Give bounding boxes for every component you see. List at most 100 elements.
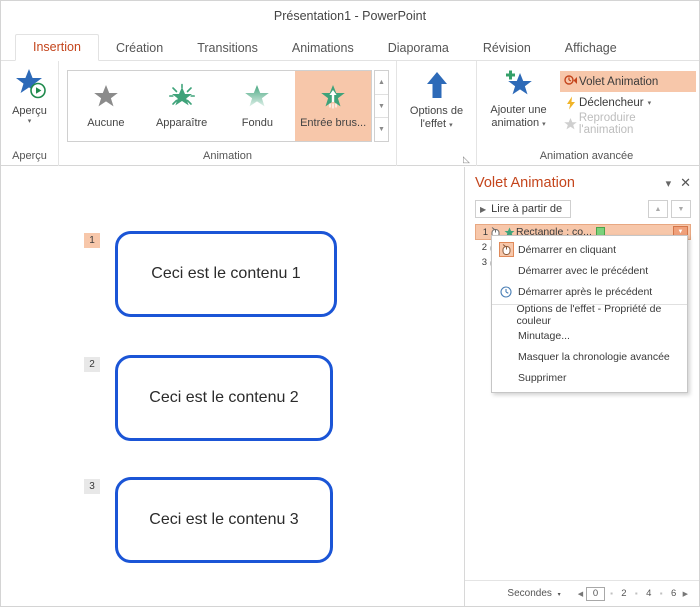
menu-item-timing[interactable]: Minutage... [492, 325, 687, 346]
effect-options-label-1: Options de [409, 105, 464, 117]
preview-button-label: Aperçu [12, 105, 47, 117]
timeline-next-icon[interactable]: ▶ [680, 590, 691, 598]
dialog-launcher-icon[interactable]: ◺ [462, 155, 471, 164]
chevron-down-icon[interactable]: ▾ [661, 177, 677, 190]
animation-pane-footer: Secondes ▾ ◀ 0 ▪ 2 ▪ 4 ▪ 6 ▶ [465, 580, 699, 606]
gallery-item-apparaitre[interactable]: Apparaître [144, 71, 220, 141]
scroll-down-icon[interactable]: ▼ [375, 95, 388, 119]
clock-icon [494, 285, 518, 298]
effect-options-button[interactable]: Options de l'effet ▾ [399, 65, 475, 132]
animation-badge-3[interactable]: 3 [84, 479, 100, 494]
content-shape-1[interactable]: Ceci est le contenu 1 [115, 231, 337, 317]
animation-gallery: Aucune Apparaître Fondu Entrée brus... [67, 70, 372, 142]
ribbon-group-label-effet: ◺ [397, 148, 476, 166]
tab-insertion[interactable]: Insertion [15, 34, 99, 61]
content-shape-2[interactable]: Ceci est le contenu 2 [115, 355, 333, 441]
trigger-button[interactable]: Déclencheur ▾ [560, 92, 696, 113]
menu-item-effect-options[interactable]: Options de l'effet - Propriété de couleu… [492, 303, 687, 327]
star-gray-icon [92, 83, 120, 114]
star-entrance-green-icon [319, 83, 347, 114]
scroll-up-icon[interactable]: ▲ [375, 71, 388, 95]
content-shape-text: Ceci est le contenu 3 [149, 511, 299, 528]
ribbon-group-effet: Options de l'effet ▾ ◺ [397, 61, 477, 166]
tab-transitions[interactable]: Transitions [180, 36, 275, 61]
seconds-dropdown[interactable]: Secondes ▾ [507, 588, 560, 599]
menu-item-label: Supprimer [518, 371, 567, 384]
effect-order-number: 3 [481, 257, 487, 268]
tab-label: Diaporama [387, 41, 449, 55]
animation-pane-title: Volet Animation [475, 175, 575, 191]
effect-order-number: 1 [482, 226, 488, 238]
animation-badge-1[interactable]: 1 [84, 233, 100, 248]
gallery-item-aucune[interactable]: Aucune [68, 71, 144, 141]
mouse-click-icon [498, 242, 514, 257]
menu-item-start-with-previous[interactable]: Démarrer avec le précédent [492, 260, 687, 281]
gallery-item-label: Entrée brus... [300, 117, 367, 129]
menu-item-start-on-click[interactable]: Démarrer en cliquant [492, 239, 687, 260]
animation-badge-2[interactable]: 2 [84, 357, 100, 372]
ribbon-group-label-avancee: Animation avancée [539, 150, 634, 162]
star-fade-green-icon [243, 83, 271, 114]
lightning-icon [562, 96, 579, 110]
timeline-tick: ▪ [659, 589, 663, 598]
gallery-item-label: Fondu [241, 117, 273, 129]
tab-diaporama[interactable]: Diaporama [371, 36, 466, 61]
chevron-down-icon[interactable]: ▾ [28, 118, 32, 125]
menu-item-delete[interactable]: Supprimer [492, 367, 687, 388]
menu-item-label: Masquer la chronologie avancée [518, 350, 670, 363]
tab-label: Insertion [33, 40, 81, 54]
menu-item-hide-advanced-timeline[interactable]: Masquer la chronologie avancée [492, 346, 687, 367]
tab-label: Création [115, 41, 164, 55]
tab-revision[interactable]: Révision [466, 36, 548, 61]
ribbon-group-animation: Aucune Apparaître Fondu Entrée brus... ▲… [59, 61, 397, 166]
timeline-ruler: ◀ 0 ▪ 2 ▪ 4 ▪ 6 ▶ [575, 586, 691, 601]
move-down-icon[interactable]: ▼ [671, 200, 691, 218]
tab-affichage[interactable]: Affichage [548, 36, 634, 61]
move-up-icon[interactable]: ▲ [648, 200, 668, 218]
tab-label: Transitions [197, 41, 258, 55]
group-label-text: Animation [203, 150, 252, 162]
play-from-button[interactable]: ▶ Lire à partir de [475, 200, 572, 218]
close-icon[interactable]: ✕ [676, 175, 691, 191]
animation-pane-toolbar: ▶ Lire à partir de ▲ ▼ [475, 200, 691, 218]
animation-pane: Volet Animation ▾ ✕ ▶ Lire à partir de ▲… [465, 167, 699, 606]
star-burst-green-icon [168, 83, 196, 114]
seconds-label: Secondes [507, 588, 552, 599]
gallery-item-label: Apparaître [155, 117, 208, 129]
tab-creation[interactable]: Création [99, 36, 180, 61]
ribbon-group-apercu: Aperçu ▾ Aperçu [1, 61, 59, 166]
advanced-animation-commands: Volet Animation Déclencheur ▾ Reproduire… [560, 68, 696, 136]
timeline-label-4: 4 [646, 588, 652, 599]
effect-options-label-2: l'effet ▾ [420, 118, 453, 130]
ribbon-group-label-animation: Animation [59, 148, 396, 166]
slide-canvas[interactable]: 1 Ceci est le contenu 1 2 Ceci est le co… [1, 167, 465, 606]
menu-item-label: Options de l'effet - Propriété de couleu… [516, 303, 662, 327]
timeline-current-value[interactable]: 0 [586, 586, 606, 601]
animation-pane-header: Volet Animation ▾ ✕ [475, 175, 691, 191]
gallery-item-entree-brusque[interactable]: Entrée brus... [295, 71, 371, 141]
ribbon-tab-strip: Insertion Création Transitions Animation… [1, 31, 699, 61]
timeline-prev-icon[interactable]: ◀ [575, 590, 586, 598]
reorder-buttons: ▲ ▼ [645, 200, 691, 218]
chevron-down-icon[interactable]: ▾ [542, 121, 546, 128]
chevron-down-icon[interactable]: ▾ [648, 99, 652, 107]
chevron-down-icon[interactable]: ▾ [449, 122, 453, 129]
tab-label: Affichage [564, 41, 617, 55]
add-animation-button[interactable]: Ajouter une animation ▾ [481, 68, 556, 134]
preview-button[interactable]: Aperçu ▾ [1, 65, 58, 125]
effect-context-menu: Démarrer en cliquant Démarrer avec le pr… [491, 235, 688, 393]
tab-animations[interactable]: Animations [275, 36, 371, 61]
content-shape-3[interactable]: Ceci est le contenu 3 [115, 477, 333, 563]
timeline-tick: ▪ [634, 589, 638, 598]
tab-label: Révision [482, 41, 531, 55]
gallery-scroll-buttons: ▲ ▼ ▼ [374, 70, 389, 142]
more-icon[interactable]: ▼ [375, 118, 388, 141]
play-from-label: Lire à partir de [491, 203, 563, 215]
menu-item-label: Démarrer avec le précédent [518, 264, 649, 277]
gallery-item-fondu[interactable]: Fondu [220, 71, 296, 141]
menu-item-start-after-previous[interactable]: Démarrer après le précédent [492, 281, 687, 302]
add-animation-label-1: Ajouter une [490, 104, 547, 116]
animation-pane-toggle[interactable]: Volet Animation [560, 71, 696, 92]
timeline-tick: ▪ [610, 589, 613, 598]
ribbon-group-label-apercu: Aperçu [12, 150, 47, 162]
